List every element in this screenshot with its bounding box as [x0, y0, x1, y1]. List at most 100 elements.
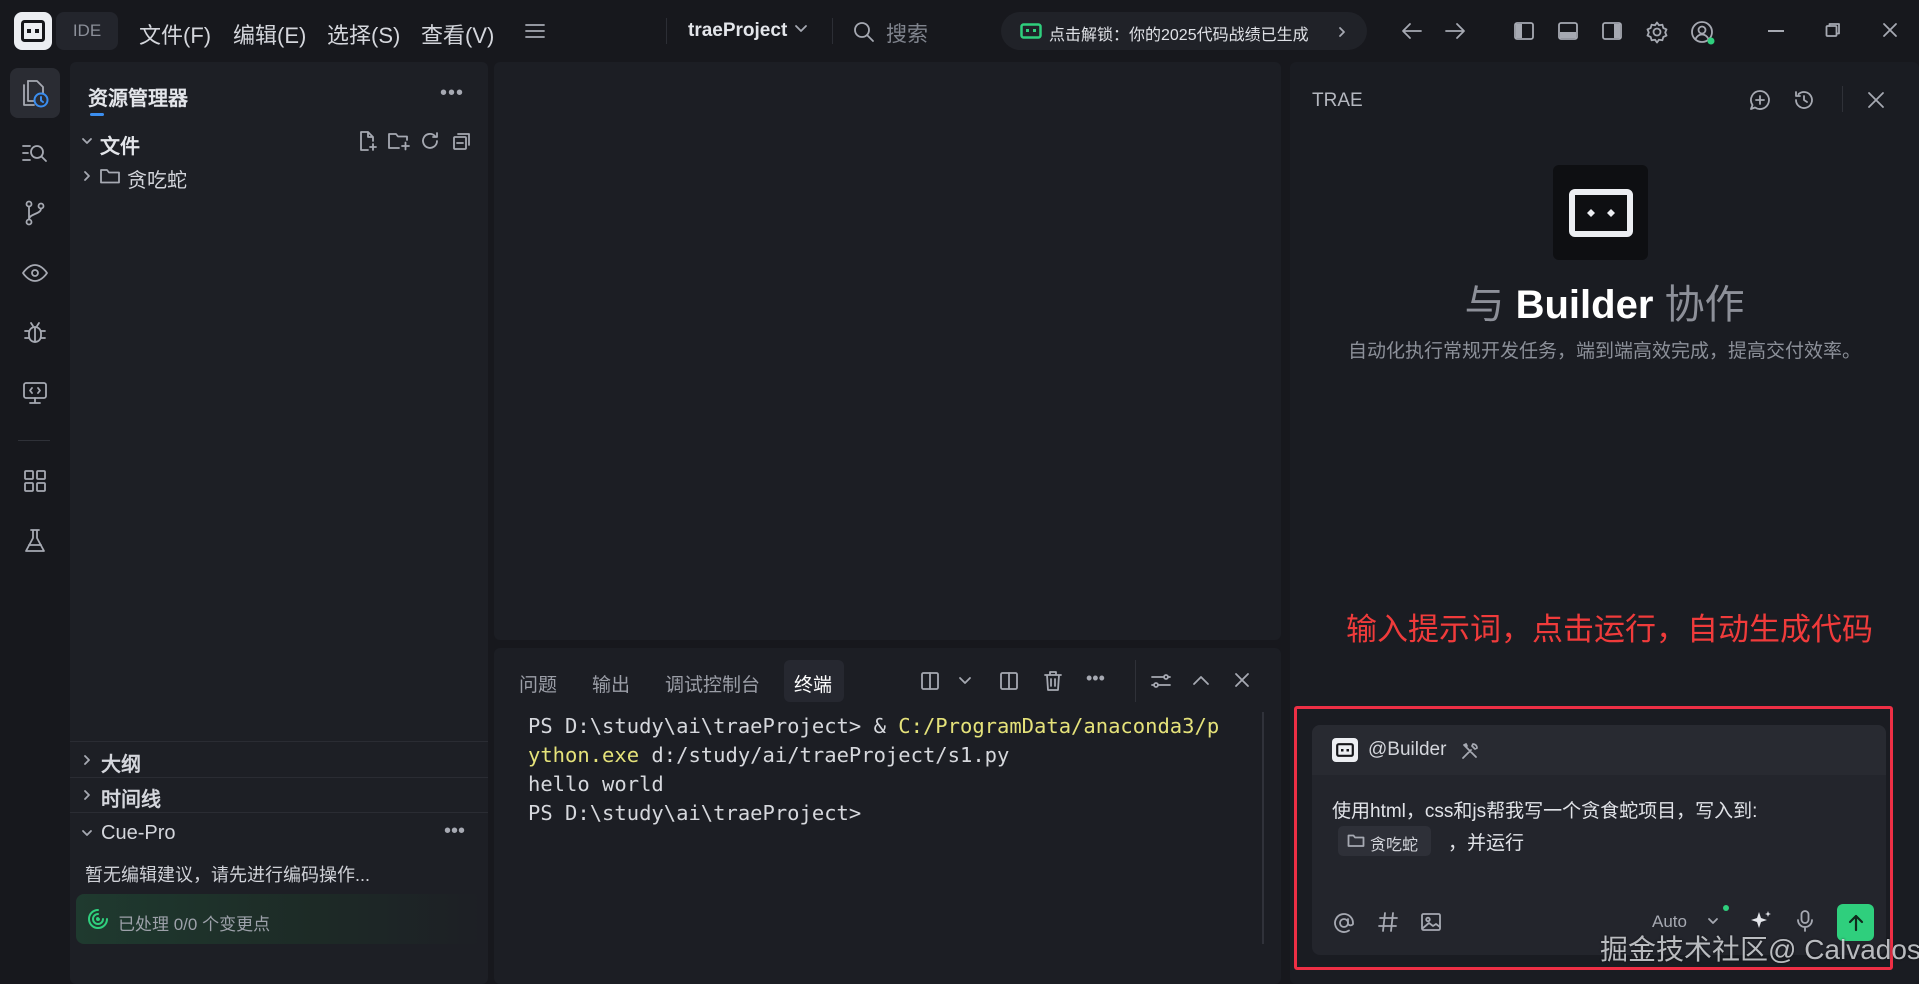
watermark: 掘金技术社区@ Calvados [1600, 934, 1919, 965]
terminal-layout-icon[interactable] [920, 671, 940, 691]
panel-header-divider [1842, 86, 1843, 112]
settings-gear-icon[interactable] [1645, 20, 1669, 44]
chevron-right-icon[interactable] [82, 789, 92, 801]
terminal-path: ython.exe [528, 743, 640, 767]
terminal-prompt: PS D:\study\ai\traeProject> & [528, 714, 899, 738]
mention-at-icon[interactable] [1332, 911, 1356, 935]
back-arrow-icon[interactable] [1400, 20, 1424, 42]
search-input[interactable]: 搜索 [886, 18, 928, 48]
hash-context-icon[interactable] [1377, 911, 1399, 933]
builder-description: 自动化执行常规开发任务，端到端高效完成，提高交付效率。 [1347, 341, 1861, 362]
chevron-down-icon[interactable] [81, 137, 93, 147]
chevron-right-icon[interactable] [82, 170, 92, 182]
toggle-right-sidebar-icon[interactable] [1601, 21, 1623, 41]
toggle-bottom-panel-icon[interactable] [1557, 21, 1579, 41]
cue-message: 暂无编辑建议，请先进行编码操作... [85, 865, 371, 885]
menu-file[interactable]: 文件(F) [139, 18, 211, 50]
preview-eye-icon[interactable] [10, 248, 60, 298]
terminal-output[interactable]: PS D:\study\ai\traeProject> & C:/Program… [528, 712, 1268, 828]
menu-view[interactable]: 查看(V) [421, 18, 494, 50]
refresh-icon[interactable] [419, 130, 441, 152]
terminal-arg: d:/study/ai/traeProject/s1.py [639, 743, 1010, 767]
section-divider [70, 777, 488, 778]
project-switcher[interactable]: traeProject [688, 20, 787, 42]
explorer-more-icon[interactable]: ••• [440, 82, 464, 105]
chevron-right-icon [1338, 26, 1346, 38]
prompt-text-line1[interactable]: 使用html，css和js帮我写一个贪食蛇项目，写入到: [1332, 796, 1757, 823]
tab-terminal[interactable]: 终端 [794, 670, 832, 697]
remote-monitor-icon[interactable] [10, 368, 60, 418]
menu-edit[interactable]: 编辑(E) [233, 18, 306, 50]
explorer-title: 资源管理器 [88, 88, 188, 110]
new-chat-icon[interactable] [1748, 88, 1772, 112]
outline-section-header[interactable]: 大纲 [101, 748, 141, 777]
search-icon[interactable] [852, 20, 876, 44]
search-activity-icon[interactable] [10, 128, 60, 178]
agent-chip-label[interactable]: @Builder [1368, 739, 1446, 761]
folder-chip-label: 贪吃蛇 [1370, 837, 1419, 854]
explorer-panel [70, 62, 488, 984]
maximize-panel-icon[interactable] [1192, 674, 1210, 686]
chevron-down-icon[interactable] [1707, 917, 1719, 925]
menu-select[interactable]: 选择(S) [327, 18, 400, 50]
testing-flask-icon[interactable] [10, 516, 60, 566]
files-section-header[interactable]: 文件 [100, 130, 140, 159]
terminal-more-icon[interactable]: ••• [1086, 668, 1105, 689]
terminal-settings-icon[interactable] [1150, 671, 1172, 691]
titlebar-divider [832, 18, 833, 44]
editor-area[interactable] [494, 62, 1281, 640]
trae-panel-title: TRAE [1312, 90, 1363, 111]
timeline-section-header[interactable]: 时间线 [101, 783, 161, 812]
banner-text: 点击解锁：你的2025代码战绩已生成 [1049, 27, 1309, 44]
trash-icon[interactable] [1043, 670, 1063, 692]
folder-icon [99, 167, 121, 185]
section-divider [70, 741, 488, 742]
chevron-down-icon[interactable] [81, 829, 93, 839]
builder-logo [1553, 165, 1648, 260]
annotation-text: 输入提示词，点击运行，自动生成代码 [1346, 612, 1873, 647]
debug-bug-icon[interactable] [10, 308, 60, 358]
explorer-activity-icon[interactable] [10, 68, 60, 118]
window-close-button[interactable] [1882, 22, 1898, 38]
tools-icon[interactable] [1460, 741, 1480, 761]
model-status-dot [1723, 905, 1729, 911]
tab-debug-console[interactable]: 调试控制台 [665, 670, 760, 697]
more-menu-icon[interactable] [524, 21, 546, 41]
explorer-title-underline [90, 113, 104, 116]
account-avatar-icon[interactable] [1689, 19, 1717, 47]
new-folder-icon[interactable] [387, 130, 411, 152]
collapse-all-icon[interactable] [451, 130, 473, 152]
ide-mode-badge[interactable]: IDE [56, 12, 118, 50]
chevron-right-icon[interactable] [82, 754, 92, 766]
section-divider [70, 812, 488, 813]
chevron-down-icon[interactable] [794, 24, 808, 34]
history-icon[interactable] [1792, 88, 1816, 112]
cue-pro-section-header[interactable]: Cue-Pro [101, 822, 175, 845]
close-panel-icon[interactable] [1867, 91, 1885, 109]
terminal-path: C:/ProgramData/anaconda3/p [898, 714, 1220, 738]
tab-output[interactable]: 输出 [592, 670, 630, 697]
source-control-icon[interactable] [10, 188, 60, 238]
extensions-grid-icon[interactable] [10, 456, 60, 506]
tree-item-folder[interactable]: 贪吃蛇 [127, 164, 187, 193]
cue-status-text: 已处理 0/0 个变更点 [118, 915, 271, 934]
titlebar-divider [666, 18, 667, 44]
terminal-line: hello world [528, 772, 664, 796]
tab-problems[interactable]: 问题 [519, 670, 557, 697]
forward-arrow-icon[interactable] [1443, 20, 1467, 42]
cue-more-icon[interactable]: ••• [444, 820, 465, 843]
activity-divider [18, 440, 50, 441]
toolbar-divider [1135, 660, 1136, 702]
chevron-down-icon[interactable] [958, 676, 972, 686]
toggle-left-sidebar-icon[interactable] [1513, 21, 1535, 41]
new-file-icon[interactable] [356, 130, 378, 152]
close-panel-icon[interactable] [1234, 672, 1250, 688]
split-terminal-icon[interactable] [999, 671, 1019, 691]
window-minimize-button[interactable] [1768, 30, 1784, 32]
cue-swirl-icon [86, 907, 110, 931]
image-upload-icon[interactable] [1420, 912, 1442, 932]
terminal-scrollbar[interactable] [1262, 712, 1264, 944]
window-restore-button[interactable] [1825, 22, 1841, 38]
builder-agent-icon [1332, 738, 1358, 762]
prompt-text-line2[interactable]: ，并运行 [1448, 828, 1524, 855]
